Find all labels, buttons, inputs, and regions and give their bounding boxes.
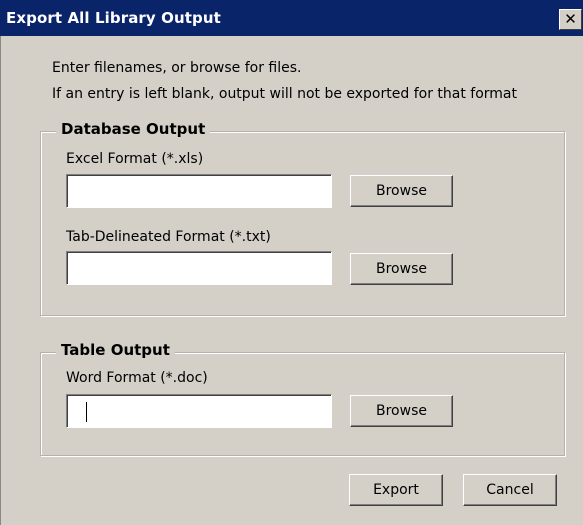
excel-browse-button[interactable]: Browse [350,175,453,207]
close-icon: ✕ [564,10,577,28]
cancel-button[interactable]: Cancel [463,474,557,506]
excel-file-input[interactable] [66,174,332,208]
table-output-legend: Table Output [56,341,175,359]
title-bar: Export All Library Output ✕ [0,0,583,36]
tab-format-label: Tab-Delineated Format (*.txt) [66,229,271,245]
tab-browse-button[interactable]: Browse [350,253,453,285]
instruction-line-2: If an entry is left blank, output will n… [52,86,517,102]
database-output-legend: Database Output [56,120,211,138]
word-file-input[interactable] [66,394,332,428]
window-title: Export All Library Output [6,9,221,27]
text-cursor [86,402,87,422]
tab-file-input[interactable] [66,251,332,285]
word-format-label: Word Format (*.doc) [66,370,208,386]
word-browse-button[interactable]: Browse [350,395,453,427]
excel-format-label: Excel Format (*.xls) [66,151,204,167]
export-button[interactable]: Export [349,474,443,506]
close-button[interactable]: ✕ [559,9,582,30]
instruction-line-1: Enter filenames, or browse for files. [52,60,302,76]
